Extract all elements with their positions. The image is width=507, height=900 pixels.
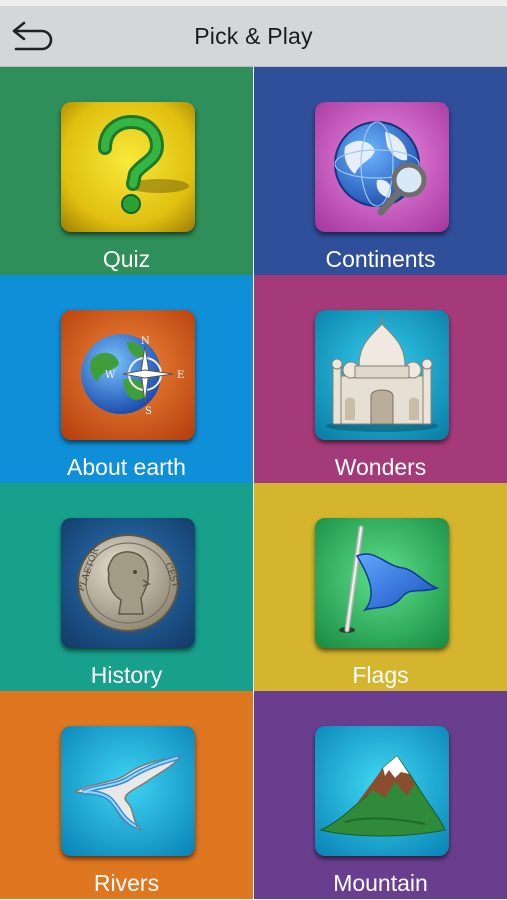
tile-flags[interactable]: Flags <box>254 483 507 691</box>
quiz-icon-box <box>61 102 195 232</box>
mountain-icon-box <box>315 726 449 856</box>
about-earth-icon-box: N E S W <box>61 310 195 440</box>
tile-label-rivers: Rivers <box>93 870 160 896</box>
svg-text:S: S <box>145 406 152 417</box>
river-icon <box>61 726 195 856</box>
history-icon-box: PLAETOR CEST <box>61 518 195 648</box>
tile-about-earth[interactable]: N E S W About earth <box>0 275 253 483</box>
flags-icon-box <box>315 518 449 648</box>
nav-header: Pick & Play <box>0 6 507 67</box>
question-mark-icon <box>61 102 195 232</box>
flag-icon <box>315 518 449 648</box>
tile-label-history: History <box>90 662 163 688</box>
svg-text:W: W <box>105 370 116 381</box>
svg-text:N: N <box>141 336 150 347</box>
ancient-coin-icon: PLAETOR CEST <box>61 518 195 648</box>
tile-rivers[interactable]: Rivers <box>0 691 253 899</box>
globe-magnifier-icon <box>315 102 449 232</box>
tile-mountain[interactable]: Mountain <box>254 691 507 899</box>
continents-icon-box <box>315 102 449 232</box>
mountain-icon <box>315 726 449 856</box>
svg-text:E: E <box>177 370 184 381</box>
taj-mahal-icon <box>315 310 449 440</box>
tile-label-wonders: Wonders <box>334 454 427 480</box>
tile-continents[interactable]: Continents <box>254 67 507 275</box>
tile-wonders[interactable]: Wonders <box>254 275 507 483</box>
tile-history[interactable]: PLAETOR CEST History <box>0 483 253 691</box>
page-title: Pick & Play <box>194 23 313 49</box>
tile-label-mountain: Mountain <box>333 870 428 896</box>
tile-label-quiz: Quiz <box>102 246 151 272</box>
earth-compass-icon: N E S W <box>61 310 195 440</box>
tile-label-about-earth: About earth <box>67 454 186 480</box>
tile-label-flags: Flags <box>352 662 409 688</box>
rivers-icon-box <box>61 726 195 856</box>
wonders-icon-box <box>315 310 449 440</box>
tile-label-continents: Continents <box>325 246 436 272</box>
tile-quiz[interactable]: Quiz <box>0 67 253 275</box>
category-grid: Quiz Continents N E S W About earth Wond… <box>0 67 507 900</box>
